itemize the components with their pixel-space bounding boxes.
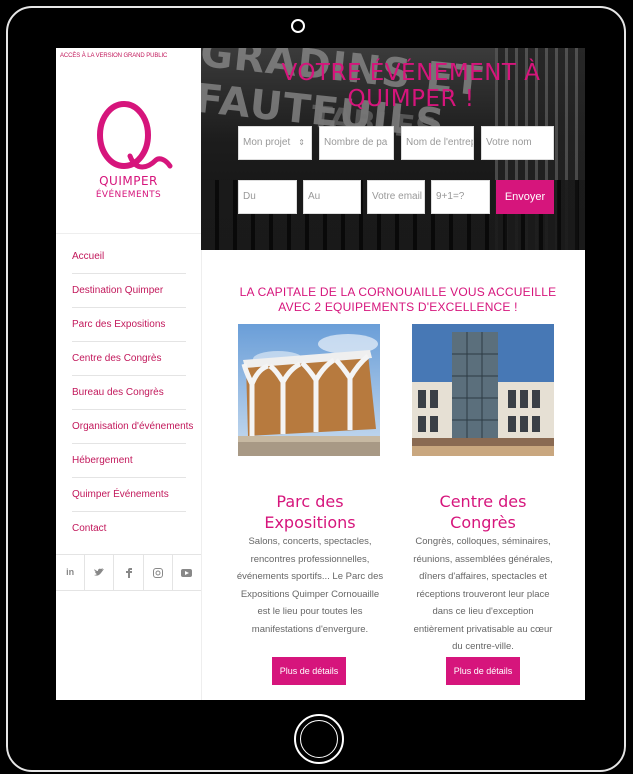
parc-expositions-title: Parc des Expositions [264, 492, 356, 532]
centre-congres-photo[interactable] [412, 324, 554, 456]
nav-item-centre-congres[interactable]: Centre des Congrès [56, 342, 201, 376]
select-arrows-icon: ⇕ [298, 138, 305, 147]
nav-item-accueil[interactable]: Accueil [56, 240, 201, 274]
logo-word-quimper: QUIMPER [99, 174, 158, 188]
linkedin-icon[interactable]: in [56, 555, 86, 590]
nav-item-destination-quimper[interactable]: Destination Quimper [56, 274, 201, 308]
nav-divider [56, 233, 201, 234]
parc-expositions-photo[interactable] [238, 324, 380, 456]
captcha-input[interactable]: 9+1=? [431, 180, 490, 214]
nav-item-organisation-evenements[interactable]: Organisation d'événements [56, 410, 201, 444]
date-to-input[interactable]: Au [303, 180, 361, 214]
public-version-link[interactable]: ACCÈS À LA VERSION GRAND PUBLIC [60, 53, 167, 59]
parc-expositions-description: Salons, concerts, spectacles, rencontres… [236, 536, 384, 635]
quimper-logo[interactable] [86, 90, 176, 220]
email-input[interactable]: Votre email [367, 180, 425, 214]
name-input[interactable]: Votre nom [481, 126, 554, 160]
nav-item-parc-expositions[interactable]: Parc des Expositions [56, 308, 201, 342]
date-from-input[interactable]: Du [238, 180, 297, 214]
centre-congres-description: Congrès, colloques, séminaires, réunions… [413, 536, 553, 652]
logo-word-evenements: ÉVÉNEMENTS [95, 190, 162, 200]
tablet-camera [291, 19, 305, 33]
parc-expositions-details-button[interactable]: Plus de détails [272, 657, 346, 685]
home-button[interactable] [294, 714, 344, 764]
hero-banner: GRADINS ET FAUTEUILS TABLES VOTRE ÉVÉNEM… [201, 48, 585, 250]
centre-congres-title: Centre des Congrès [439, 492, 527, 532]
nav-item-hebergement[interactable]: Hébergement [56, 444, 201, 478]
twitter-icon[interactable] [85, 555, 115, 590]
main-nav: Accueil Destination Quimper Parc des Exp… [56, 240, 201, 546]
company-input[interactable]: Nom de l'entrep [401, 126, 474, 160]
guests-input[interactable]: Nombre de pa [319, 126, 394, 160]
youtube-icon[interactable] [173, 555, 201, 590]
website-screen: ACCÈS À LA VERSION GRAND PUBLIC QUIMPER … [56, 48, 585, 700]
instagram-icon[interactable] [144, 555, 173, 590]
facebook-icon[interactable] [114, 555, 144, 590]
nav-item-bureau-congres[interactable]: Bureau des Congrès [56, 376, 201, 410]
social-links: in [56, 554, 201, 591]
submit-button[interactable]: Envoyer [496, 180, 554, 214]
hero-title: VOTRE ÉVÉNEMENT À QUIMPER ! [281, 60, 541, 112]
project-select[interactable]: Mon projet ⇕ [238, 126, 312, 160]
nav-item-contact[interactable]: Contact [56, 512, 201, 546]
tagline: LA CAPITALE DE LA CORNOUAILLE VOUS ACCUE… [239, 285, 557, 314]
sidebar: ACCÈS À LA VERSION GRAND PUBLIC QUIMPER … [56, 48, 202, 700]
centre-congres-details-button[interactable]: Plus de détails [446, 657, 520, 685]
nav-item-quimper-evenements[interactable]: Quimper Événements [56, 478, 201, 512]
